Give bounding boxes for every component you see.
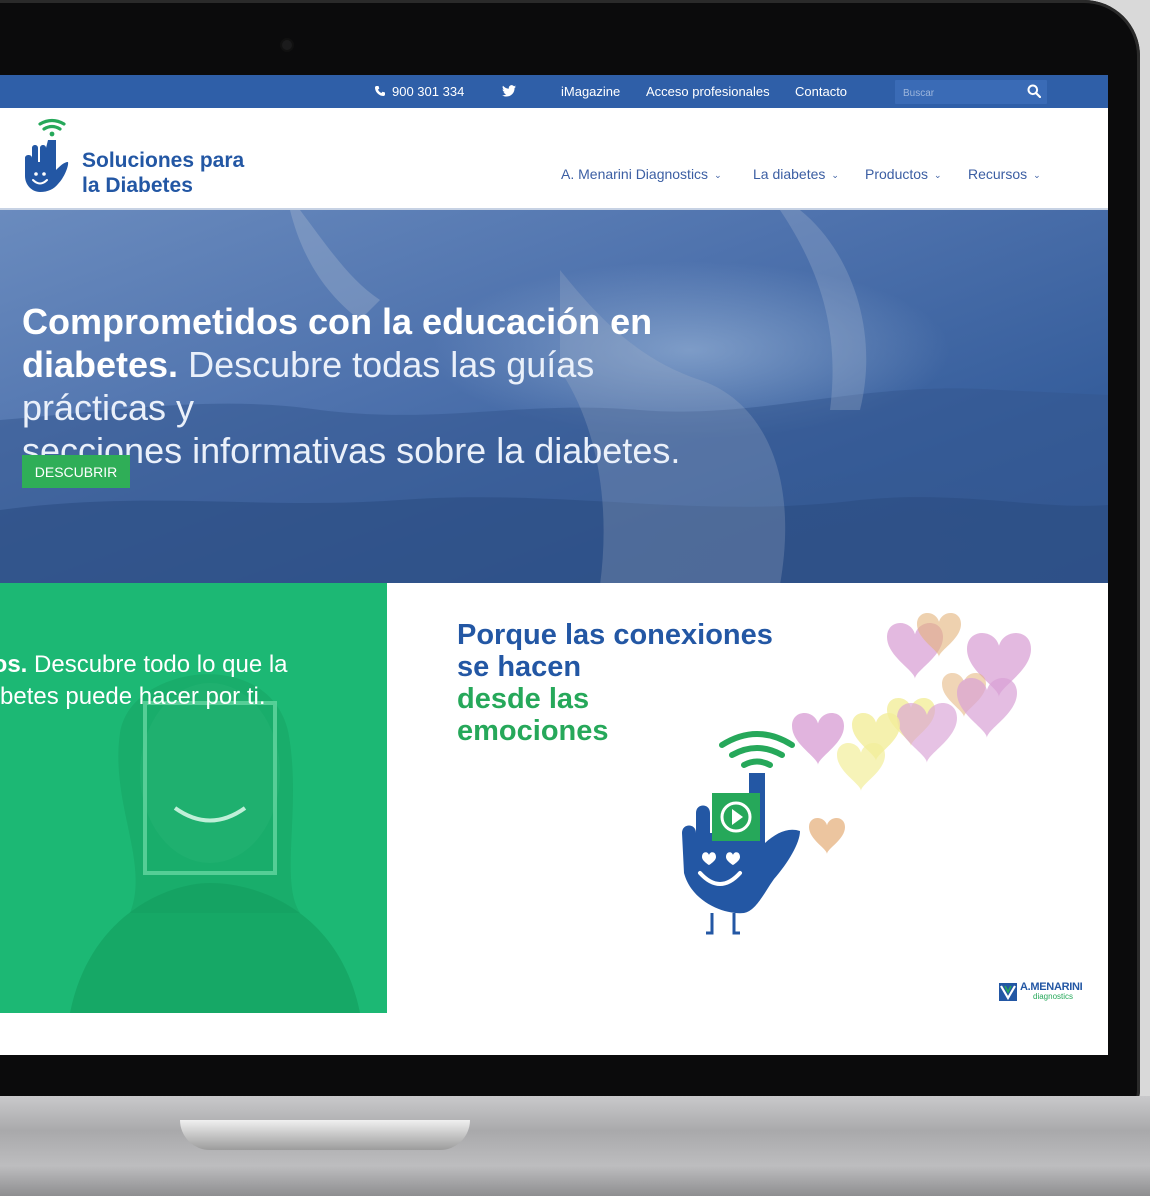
search-icon[interactable] (1027, 84, 1041, 98)
phone-link[interactable]: 900 301 334 (374, 84, 464, 99)
green-panel-light-2: betes puede hacer por ti. (0, 683, 266, 710)
nav-la-diabetes-label: La diabetes (753, 166, 826, 182)
hero-title-bold-1: Comprometidos con la educación en (22, 301, 653, 342)
phone-icon (375, 86, 385, 96)
nav-productos-label: Productos (865, 166, 929, 182)
nav-menarini-label: A. Menarini Diagnostics (561, 166, 709, 182)
green-panel-text: los. Descubre todo lo que la betes puede… (0, 649, 346, 713)
woman-photo-image (70, 674, 360, 1013)
website-screen: 900 301 334 iMagazine Acceso profesional… (0, 75, 1108, 1055)
nav-recursos-label: Recursos (968, 166, 1028, 182)
nav-recursos[interactable]: Recursos ⌄ (968, 166, 1041, 182)
descubrir-button[interactable]: DESCUBRIR (22, 455, 130, 488)
contacto-link[interactable]: Contacto (795, 84, 847, 99)
acceso-profesionales-link[interactable]: Acceso profesionales (646, 84, 770, 99)
brand-line-2: la Diabetes (82, 174, 193, 197)
hero-title-bold-2: diabetes. (22, 344, 179, 385)
promo-line-2: se hacen (457, 651, 582, 683)
chevron-down-icon: ⌄ (714, 170, 722, 180)
nav-menarini[interactable]: A. Menarini Diagnostics ⌄ (561, 166, 722, 182)
promo-line-1: Porque las conexiones (457, 619, 773, 651)
nav-la-diabetes[interactable]: La diabetes ⌄ (753, 166, 839, 182)
emotions-promo-panel[interactable]: Porque las conexiones se hacen desde las… (387, 583, 1108, 1053)
chevron-down-icon: ⌄ (1033, 170, 1041, 180)
camera-icon (282, 40, 292, 50)
hero-banner: Comprometidos con la educación en diabet… (0, 210, 1108, 585)
hand-logo-icon[interactable] (22, 118, 72, 198)
green-feature-panel[interactable]: los. Descubre todo lo que la betes puede… (0, 583, 387, 1013)
top-utility-bar: 900 301 334 iMagazine Acceso profesional… (0, 75, 1108, 108)
green-panel-bold: los. (0, 651, 28, 678)
hand-mascot-illustration (682, 731, 800, 935)
green-panel-light-1: Descubre todo lo que la (34, 651, 288, 678)
laptop-base (0, 1096, 1150, 1196)
imagazine-link[interactable]: iMagazine (561, 84, 620, 99)
twitter-link[interactable] (502, 85, 516, 100)
chevron-down-icon: ⌄ (831, 170, 839, 180)
menarini-logo-icon (999, 983, 1017, 1001)
promo-line-3: desde las (457, 683, 590, 715)
site-header: Soluciones para la Diabetes A. Menarini … (0, 108, 1108, 210)
menarini-sub: diagnostics (1033, 992, 1074, 1001)
hero-title: Comprometidos con la educación en diabet… (22, 300, 742, 472)
search-input[interactable] (901, 83, 1015, 103)
brand-line-1: Soluciones para (82, 149, 245, 172)
twitter-icon (502, 85, 516, 97)
chevron-down-icon: ⌄ (934, 170, 942, 180)
laptop-notch (180, 1120, 470, 1150)
search-box (895, 80, 1047, 104)
nav-productos[interactable]: Productos ⌄ (865, 166, 942, 182)
phone-number: 900 301 334 (392, 84, 465, 99)
brand-name[interactable]: Soluciones para la Diabetes (82, 148, 244, 198)
